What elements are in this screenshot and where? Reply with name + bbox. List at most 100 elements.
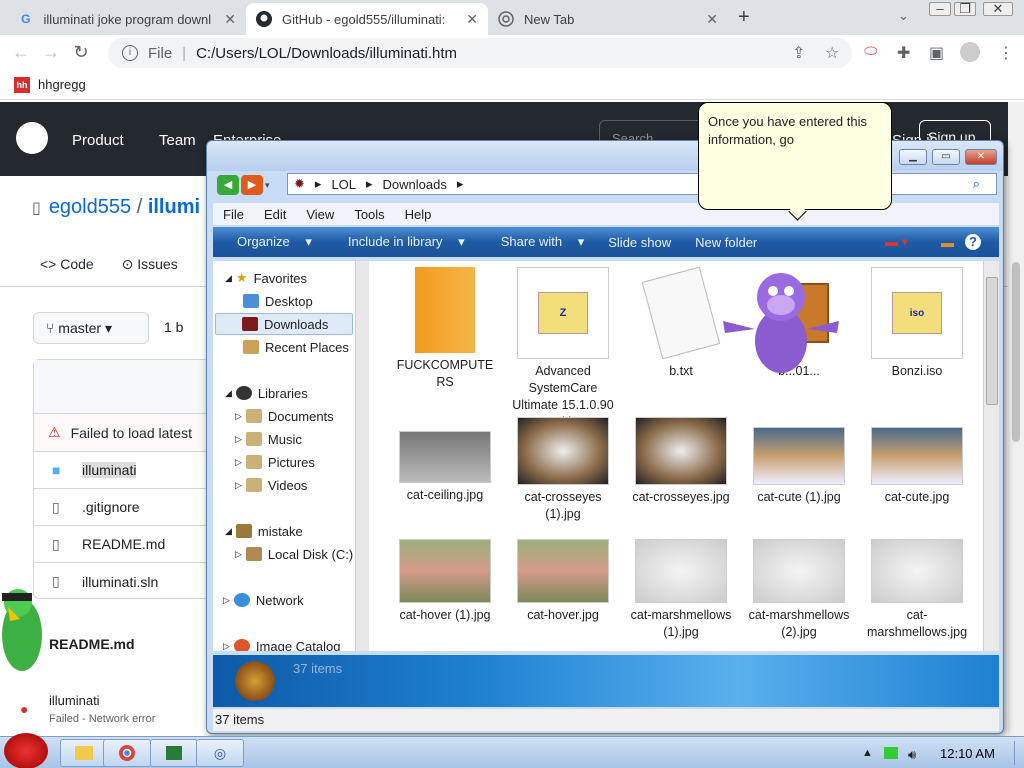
share-with-button[interactable]: Share with ▾ xyxy=(477,234,597,250)
tab-github[interactable]: GitHub - egold555/illuminati: ✕ xyxy=(246,3,488,35)
tray-app-icon[interactable] xyxy=(884,747,898,759)
tab-issues[interactable]: Issues xyxy=(137,256,177,272)
repo-name[interactable]: illumi xyxy=(148,196,200,218)
scrollbar-thumb[interactable] xyxy=(986,277,998,405)
search-icon[interactable]: ⌕ xyxy=(973,176,980,192)
new-tab-button[interactable]: + xyxy=(738,6,750,29)
forward-button[interactable]: → xyxy=(36,42,66,63)
puzzle-icon[interactable]: ✚ xyxy=(897,43,910,63)
close-window-button[interactable]: ✕ xyxy=(983,2,1013,16)
close-icon[interactable]: ✕ xyxy=(706,11,718,28)
volume-icon[interactable]: 🔊︎ xyxy=(908,747,916,763)
close-icon[interactable]: ✕ xyxy=(224,11,236,28)
nav-desktop[interactable]: Desktop xyxy=(243,290,313,312)
organize-button[interactable]: Organize ▾ xyxy=(213,234,324,250)
file-item[interactable]: Z Advanced SystemCare Ultimate 15.1.0.90 … xyxy=(507,267,619,431)
back-button[interactable]: ← xyxy=(6,42,36,63)
maximize-button[interactable]: ▭ xyxy=(932,149,960,165)
taskbar-app-button[interactable] xyxy=(150,739,198,767)
menu-file[interactable]: File xyxy=(213,207,254,222)
file-item[interactable]: cat-crosseyes.jpg xyxy=(625,417,737,506)
info-icon[interactable]: i xyxy=(122,45,138,61)
nav-videos[interactable]: ▷ Videos xyxy=(235,474,307,496)
file-row[interactable]: ■ illuminati xyxy=(34,452,232,489)
show-desktop-button[interactable] xyxy=(1014,741,1022,765)
forward-button[interactable]: ▶ xyxy=(241,175,263,195)
file-item[interactable]: cat-hover (1).jpg xyxy=(389,539,501,624)
include-in-library-button[interactable]: Include in library ▾ xyxy=(324,234,477,250)
address-bar[interactable]: i File | C:/Users/LOL/Downloads/illumina… xyxy=(108,38,852,68)
share-icon[interactable]: ⇪ xyxy=(792,43,805,63)
taskbar-app2-button[interactable]: ◎ xyxy=(196,739,244,767)
menu-edit[interactable]: Edit xyxy=(254,207,296,222)
nav-network[interactable]: ▷ Network xyxy=(223,589,304,611)
history-dropdown-icon[interactable]: ▾ xyxy=(265,180,270,191)
file-item[interactable]: cat-marshmellows (1).jpg xyxy=(625,539,737,641)
menu-icon[interactable]: ⋮ xyxy=(998,43,1014,63)
new-folder-button[interactable]: New folder xyxy=(683,235,769,250)
menu-tools[interactable]: Tools xyxy=(344,207,394,222)
file-name[interactable]: illuminati.sln xyxy=(82,574,158,590)
slide-show-button[interactable]: Slide show xyxy=(596,235,683,250)
taskbar-chrome-button[interactable] xyxy=(103,739,151,767)
file-view-scrollbar[interactable] xyxy=(983,261,999,651)
github-logo-icon[interactable] xyxy=(16,122,48,154)
file-item[interactable]: cat-cute.jpg xyxy=(861,427,973,506)
chevron-down-icon[interactable]: ⌄ xyxy=(898,8,909,24)
file-item[interactable]: cat-hover.jpg xyxy=(507,539,619,624)
nav-recent-places[interactable]: Recent Places xyxy=(243,336,349,358)
repo-owner[interactable]: egold555 xyxy=(49,196,131,218)
bookmark-hhgregg[interactable]: hhgregg xyxy=(38,77,86,92)
bonzi-buddy-mascot[interactable] xyxy=(717,267,843,379)
file-item[interactable]: cat-crosseyes (1).jpg xyxy=(507,417,619,523)
file-item[interactable]: cat-ceiling.jpg xyxy=(389,431,501,504)
breadcrumb-item[interactable]: LOL xyxy=(331,177,356,192)
file-name[interactable]: illuminati xyxy=(82,462,137,478)
close-icon[interactable]: ✕ xyxy=(466,11,478,28)
page-scrollbar[interactable] xyxy=(1008,102,1024,736)
nav-libraries[interactable]: ◢ Libraries xyxy=(225,382,308,404)
file-row[interactable]: ▯ illuminati.sln xyxy=(34,563,232,600)
minimize-button[interactable]: – xyxy=(929,2,951,16)
extension-flag-icon[interactable]: ⬭ xyxy=(864,43,878,61)
branch-select[interactable]: ⑂ master ▾ xyxy=(33,312,149,344)
tab-new-tab[interactable]: New Tab ✕ xyxy=(488,3,728,35)
help-icon[interactable]: ? xyxy=(965,234,981,250)
nav-local-disk[interactable]: ▷ Local Disk (C:) xyxy=(235,543,353,565)
file-item[interactable]: cat-cute (1).jpg xyxy=(743,427,855,506)
download-notification[interactable]: ● illuminati Failed - Network error xyxy=(0,683,208,735)
nav-favorites[interactable]: ◢ ★ Favorites xyxy=(225,267,307,289)
nav-team[interactable]: Team xyxy=(159,132,196,149)
nav-downloads[interactable]: Downloads xyxy=(215,313,353,335)
tab-code[interactable]: Code xyxy=(60,256,93,272)
tab-google[interactable]: G illuminati joke program downl ✕ xyxy=(8,3,246,35)
file-row[interactable]: ▯ README.md xyxy=(34,526,232,563)
breadcrumb-item[interactable]: Downloads xyxy=(383,177,447,192)
scrollbar-thumb[interactable] xyxy=(1012,262,1020,442)
file-item[interactable]: iso Bonzi.iso xyxy=(861,267,973,380)
url-text[interactable]: C:/Users/LOL/Downloads/illuminati.htm xyxy=(196,45,457,62)
sidepanel-icon[interactable]: ▣ xyxy=(929,43,944,63)
menu-help[interactable]: Help xyxy=(395,207,442,222)
start-button[interactable] xyxy=(4,733,48,768)
profile-icon[interactable] xyxy=(960,42,980,62)
file-row[interactable]: ▯ .gitignore xyxy=(34,489,232,526)
file-name[interactable]: README.md xyxy=(82,536,165,552)
nav-documents[interactable]: ▷ Documents xyxy=(235,405,334,427)
menu-view[interactable]: View xyxy=(296,207,344,222)
file-name[interactable]: .gitignore xyxy=(82,499,140,515)
reload-button[interactable]: ↻ xyxy=(66,42,96,63)
taskbar-clock[interactable]: 12:10 AM xyxy=(940,746,995,761)
nav-product[interactable]: Product xyxy=(72,132,124,149)
nav-pictures[interactable]: ▷ Pictures xyxy=(235,451,315,473)
maximize-button[interactable]: ❐ xyxy=(954,2,976,16)
minimize-button[interactable]: ▁ xyxy=(899,149,927,165)
file-item[interactable]: FUCKCOMPUTE RS xyxy=(389,267,501,391)
star-icon[interactable]: ☆ xyxy=(825,43,839,63)
nav-music[interactable]: ▷ Music xyxy=(235,428,302,450)
view-icon[interactable]: ▬ ▾ xyxy=(873,234,920,250)
branch-count[interactable]: 1 b xyxy=(164,319,183,335)
file-item[interactable]: cat-marshmellows (2).jpg xyxy=(743,539,855,641)
nav-mistake[interactable]: ◢ mistake xyxy=(225,520,303,542)
close-button[interactable]: ✕ xyxy=(965,149,997,165)
